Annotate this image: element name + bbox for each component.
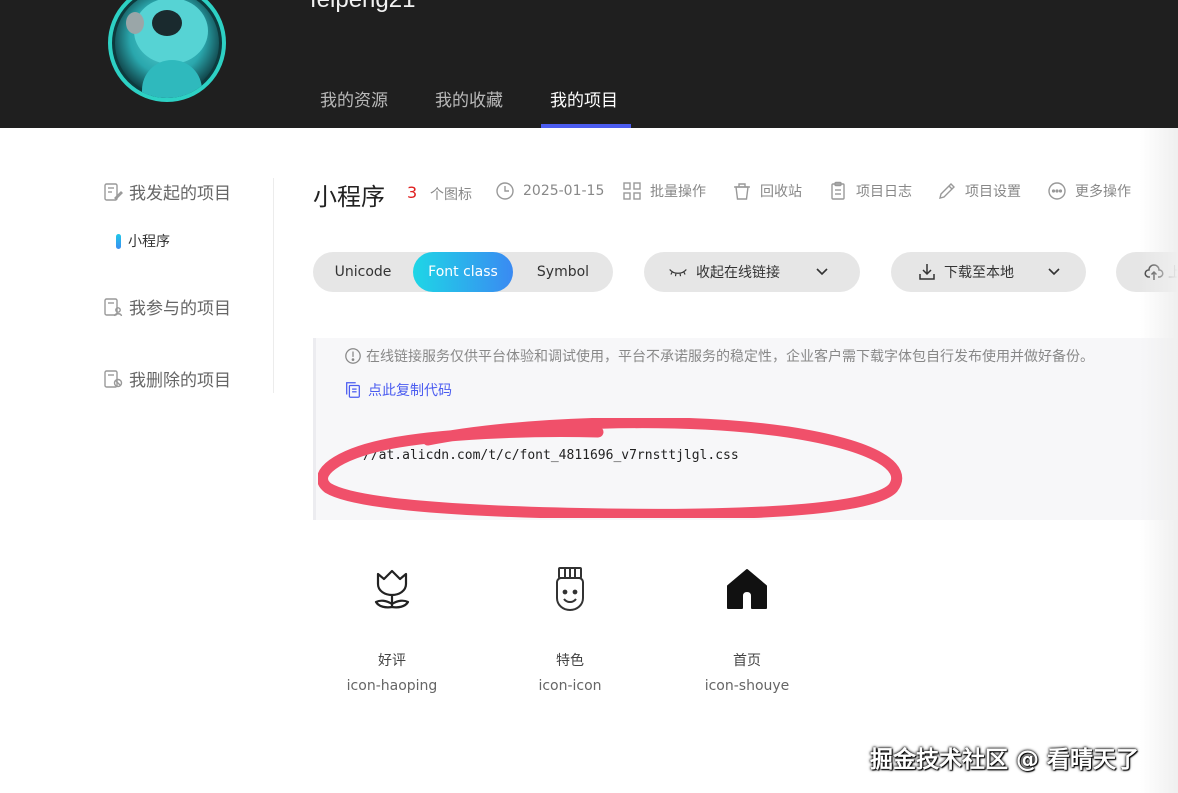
sidebar-item-label: 我删除的项目 bbox=[129, 371, 231, 391]
clipboard-icon bbox=[831, 181, 845, 200]
download-label: 下载至本地 bbox=[944, 265, 1014, 281]
service-notice: 在线链接服务仅供平台体验和调试使用，平台不承诺服务的稳定性，企业客户需下载字体包… bbox=[344, 346, 1094, 366]
icon-class: icon-icon bbox=[538, 678, 602, 694]
icon-card-icon[interactable]: 特色 icon-icon bbox=[495, 566, 645, 694]
sidebar-project-mini-program[interactable]: 小程序 bbox=[116, 231, 170, 251]
download-icon bbox=[919, 264, 935, 280]
chevron-down-icon bbox=[816, 268, 828, 276]
info-icon bbox=[345, 348, 361, 364]
active-tab-indicator bbox=[541, 124, 631, 128]
username: feipeng21 bbox=[310, 0, 415, 14]
project-settings-label: 项目设置 bbox=[965, 184, 1021, 200]
avatar[interactable] bbox=[108, 0, 226, 102]
sidebar-divider bbox=[273, 178, 274, 393]
avatar-ear bbox=[126, 12, 144, 34]
copy-icon bbox=[346, 382, 360, 398]
icon-card-haoping[interactable]: 好评 icon-haoping bbox=[317, 566, 467, 694]
tab-my-projects[interactable]: 我的项目 bbox=[550, 86, 618, 111]
css-url-code[interactable]: //at.alicdn.com/t/c/font_4811696_v7rnstt… bbox=[363, 448, 739, 463]
recycle-bin-label: 回收站 bbox=[760, 184, 802, 200]
sidebar-item-label: 我发起的项目 bbox=[129, 184, 231, 204]
copy-code-link[interactable]: 点此复制代码 bbox=[344, 380, 452, 400]
clock-icon bbox=[496, 182, 514, 200]
icon-class: icon-shouye bbox=[704, 678, 790, 694]
batch-operation-label: 批量操作 bbox=[650, 184, 706, 200]
sidebar-item-initiated-projects[interactable]: 我发起的项目 bbox=[103, 179, 231, 204]
online-link-panel: 在线链接服务仅供平台体验和调试使用，平台不承诺服务的稳定性，企业客户需下载字体包… bbox=[313, 338, 1178, 520]
project-settings-button[interactable]: 项目设置 bbox=[937, 181, 1021, 201]
smiley-chef-icon bbox=[556, 567, 584, 611]
icon-name: 特色 bbox=[556, 653, 584, 669]
icon-name: 首页 bbox=[733, 653, 761, 669]
download-dropdown[interactable]: 下载至本地 bbox=[891, 252, 1086, 292]
project-log-button[interactable]: 项目日志 bbox=[828, 181, 912, 201]
service-notice-text: 在线链接服务仅供平台体验和调试使用，平台不承诺服务的稳定性，企业客户需下载字体包… bbox=[366, 349, 1094, 365]
profile-header: feipeng21 我的资源 我的收藏 我的项目 bbox=[0, 0, 1178, 128]
sidebar-item-label: 我参与的项目 bbox=[129, 299, 231, 319]
icon-count-unit: 个图标 bbox=[430, 187, 472, 203]
icon-card-shouye[interactable]: 首页 icon-shouye bbox=[672, 566, 822, 694]
pencil-icon bbox=[939, 183, 955, 199]
icon-class: icon-haoping bbox=[346, 678, 438, 694]
tab-my-resources[interactable]: 我的资源 bbox=[320, 86, 388, 111]
batch-operation-button[interactable]: 批量操作 bbox=[622, 181, 706, 201]
more-actions-label: 更多操作 bbox=[1075, 184, 1131, 200]
icon-count: 3 bbox=[407, 183, 418, 202]
grid-icon bbox=[623, 182, 641, 200]
more-actions-button[interactable]: 更多操作 bbox=[1047, 181, 1131, 201]
more-icon bbox=[1048, 182, 1066, 200]
collapse-link-label: 收起在线链接 bbox=[696, 265, 780, 281]
copy-code-label: 点此复制代码 bbox=[368, 383, 452, 399]
collapse-link-dropdown[interactable]: 收起在线链接 bbox=[644, 252, 860, 292]
project-date-text: 2025-01-15 bbox=[523, 183, 605, 199]
tab-my-favorites[interactable]: 我的收藏 bbox=[435, 86, 503, 111]
project-title: 小程序 bbox=[313, 183, 385, 211]
eye-closed-icon bbox=[669, 269, 687, 277]
format-option-unicode[interactable]: Unicode bbox=[313, 252, 413, 292]
tulip-icon bbox=[374, 569, 410, 609]
sidebar-item-deleted-projects[interactable]: 我删除的项目 bbox=[103, 366, 231, 391]
format-switch: Unicode Font class Symbol bbox=[313, 252, 613, 292]
delete-doc-icon bbox=[104, 369, 123, 388]
sidebar-item-joined-projects[interactable]: 我参与的项目 bbox=[103, 294, 231, 319]
scroll-shadow bbox=[1140, 128, 1178, 793]
format-option-font-class[interactable]: Font class bbox=[413, 252, 513, 292]
icon-name: 好评 bbox=[378, 653, 406, 669]
project-log-label: 项目日志 bbox=[856, 184, 912, 200]
recycle-bin-button[interactable]: 回收站 bbox=[732, 181, 802, 201]
project-date: 2025-01-15 bbox=[495, 181, 604, 201]
edit-doc-icon bbox=[104, 182, 123, 201]
format-option-symbol[interactable]: Symbol bbox=[513, 252, 613, 292]
trash-icon bbox=[734, 183, 750, 200]
people-doc-icon bbox=[104, 297, 123, 316]
chevron-down-icon bbox=[1048, 268, 1060, 276]
avatar-eye bbox=[152, 10, 182, 36]
active-project-marker bbox=[116, 233, 121, 249]
avatar-body bbox=[142, 60, 202, 98]
home-icon bbox=[727, 569, 767, 609]
sidebar-sub-label: 小程序 bbox=[128, 234, 170, 250]
watermark: 掘金技术社区 @ 看晴天了 bbox=[870, 747, 1140, 773]
